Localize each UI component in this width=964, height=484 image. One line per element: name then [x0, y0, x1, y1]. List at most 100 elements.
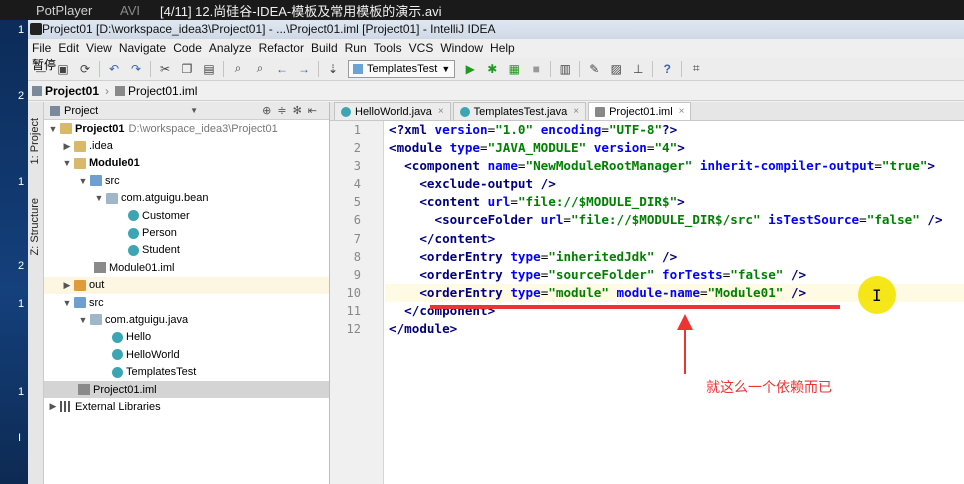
tree-item-student[interactable]: Student	[44, 242, 329, 259]
tree-item-external-libraries[interactable]: ▶ External Libraries	[44, 398, 329, 415]
tree-item-project01-iml[interactable]: Project01.iml	[44, 380, 329, 399]
copy-icon[interactable]: ❐	[178, 60, 196, 78]
menu-build[interactable]: Build	[311, 41, 338, 55]
paste-icon[interactable]: ▤	[200, 60, 218, 78]
menu-code[interactable]: Code	[173, 41, 202, 55]
breadcrumb-file-label: Project01.iml	[128, 83, 198, 98]
run-configuration-label: TemplatesTest	[367, 62, 438, 75]
close-icon[interactable]: ×	[573, 106, 579, 117]
expanded-arrow-icon[interactable]: ▼	[78, 176, 88, 186]
back-icon[interactable]: ←	[273, 60, 291, 78]
undo-icon[interactable]: ↶	[105, 60, 123, 78]
tree-item-package-java[interactable]: ▼ com.atguigu.java	[44, 311, 329, 328]
structure-tool-button[interactable]: Z: Structure	[29, 198, 41, 255]
build-icon[interactable]: ⇣	[324, 60, 342, 78]
project-view-selector[interactable]: Project ▼	[50, 105, 198, 117]
tree-item-project01[interactable]: ▼ Project01 D:\workspace_idea3\Project01	[44, 120, 329, 137]
forward-icon[interactable]: →	[295, 60, 313, 78]
expanded-arrow-icon[interactable]: ▼	[94, 193, 104, 203]
breadcrumb-file[interactable]: Project01.iml	[115, 84, 197, 98]
desktop-edge-char: 1	[18, 298, 25, 310]
collapsed-arrow-icon[interactable]: ▶	[62, 141, 72, 152]
menu-vcs[interactable]: VCS	[409, 41, 434, 55]
project-tool-button[interactable]: 1: Project	[29, 118, 41, 164]
expanded-arrow-icon[interactable]: ▼	[78, 315, 88, 325]
debug-icon[interactable]: ✱	[483, 60, 501, 78]
expanded-arrow-icon[interactable]: ▼	[48, 124, 58, 134]
tree-item-idea[interactable]: ▶ .idea	[44, 137, 329, 154]
menu-refactor[interactable]: Refactor	[259, 41, 304, 55]
menu-view[interactable]: View	[86, 41, 112, 55]
close-icon[interactable]: ×	[679, 106, 685, 117]
tree-item-module-src[interactable]: ▼ src	[44, 172, 329, 189]
annotation-note: 就这么一个依赖而已	[706, 379, 832, 395]
collapsed-arrow-icon[interactable]: ▶	[62, 280, 72, 291]
tree-item-person[interactable]: Person	[44, 224, 329, 241]
tab-project01-iml[interactable]: Project01.iml ×	[588, 102, 692, 120]
structure-icon[interactable]: ▨	[607, 60, 625, 78]
sdk-icon[interactable]: ⊥	[629, 60, 647, 78]
menu-tools[interactable]: Tools	[374, 41, 402, 55]
class-icon	[128, 244, 139, 256]
annotation-underline	[430, 305, 840, 309]
run-configuration-select[interactable]: TemplatesTest ▼	[348, 59, 456, 78]
toolbar-divider	[318, 60, 319, 77]
redo-icon[interactable]: ↷	[127, 60, 145, 78]
project-panel-header: Project ▼ ⊕≑✻⇤	[44, 102, 329, 120]
menu-analyze[interactable]: Analyze	[209, 41, 252, 55]
annotation-arrow	[684, 318, 686, 374]
find-icon[interactable]: ⌕	[229, 60, 247, 78]
close-icon[interactable]: ×	[438, 106, 444, 117]
tree-item-label: Customer	[142, 209, 190, 222]
vcs-icon[interactable]: ⌗	[687, 60, 705, 78]
menu-window[interactable]: Window	[440, 41, 483, 55]
player-titlebar: PotPlayer AVI [4/11] 12.尚硅谷-IDEA-模板及常用模板…	[0, 0, 964, 20]
hide-icon[interactable]: ⇤	[308, 105, 323, 117]
tree-item-src[interactable]: ▼ src	[44, 294, 329, 311]
project-structure-icon[interactable]: ▥	[556, 60, 574, 78]
expanded-arrow-icon[interactable]: ▼	[62, 158, 72, 168]
tree-item-customer[interactable]: Customer	[44, 207, 329, 224]
settings-icon[interactable]: ✎	[585, 60, 603, 78]
iml-file-icon	[94, 262, 106, 274]
menu-navigate[interactable]: Navigate	[119, 41, 166, 55]
tree-item-path: D:\workspace_idea3\Project01	[128, 122, 278, 135]
player-app-name[interactable]: PotPlayer	[0, 3, 120, 18]
menu-run[interactable]: Run	[345, 41, 367, 55]
tree-item-helloworld[interactable]: HelloWorld	[44, 346, 329, 363]
sync-icon[interactable]: ⟳	[76, 60, 94, 78]
tab-helloworld-java[interactable]: HelloWorld.java ×	[334, 102, 451, 120]
line-number: 11	[346, 303, 361, 318]
tree-item-module01[interactable]: ▼ Module01	[44, 155, 329, 172]
tree-item-out[interactable]: ▶ out	[44, 276, 329, 294]
desktop-edge-char: 1	[18, 386, 25, 398]
cut-icon[interactable]: ✂	[156, 60, 174, 78]
window-title: Project01 [D:\workspace_idea3\Project01]…	[42, 22, 496, 36]
stop-icon[interactable]: ■	[527, 60, 545, 78]
help-icon[interactable]: ?	[658, 60, 676, 78]
run-icon[interactable]: ▶	[461, 60, 479, 78]
collapsed-arrow-icon[interactable]: ▶	[48, 401, 58, 412]
tab-templatestest-java[interactable]: TemplatesTest.java ×	[452, 102, 587, 120]
class-icon	[128, 210, 139, 222]
collapse-icon[interactable]: ≑	[277, 105, 292, 117]
target-icon[interactable]: ⊕	[262, 105, 277, 117]
intellij-app-icon	[30, 23, 42, 35]
menu-edit[interactable]: Edit	[58, 41, 79, 55]
tree-item-package-bean[interactable]: ▼ com.atguigu.bean	[44, 190, 329, 207]
tree-item-hello[interactable]: Hello	[44, 329, 329, 346]
tree-item-label: out	[89, 279, 105, 292]
breadcrumb-project-label: Project01	[45, 83, 100, 98]
menu-file[interactable]: File	[32, 41, 51, 55]
breadcrumb-project[interactable]: Project01	[32, 84, 99, 98]
replace-icon[interactable]: ⌕	[251, 60, 269, 78]
gear-icon[interactable]: ✻	[293, 105, 308, 117]
tree-item-label: Module01.iml	[109, 261, 175, 274]
save-icon[interactable]: ▣	[54, 60, 72, 78]
coverage-icon[interactable]: ▦	[505, 60, 523, 78]
tree-item-templatestest[interactable]: TemplatesTest	[44, 363, 329, 380]
expanded-arrow-icon[interactable]: ▼	[62, 298, 72, 308]
tree-item-module01-iml[interactable]: Module01.iml	[44, 259, 329, 276]
line-number: 2	[353, 141, 361, 156]
menu-help[interactable]: Help	[490, 41, 515, 55]
